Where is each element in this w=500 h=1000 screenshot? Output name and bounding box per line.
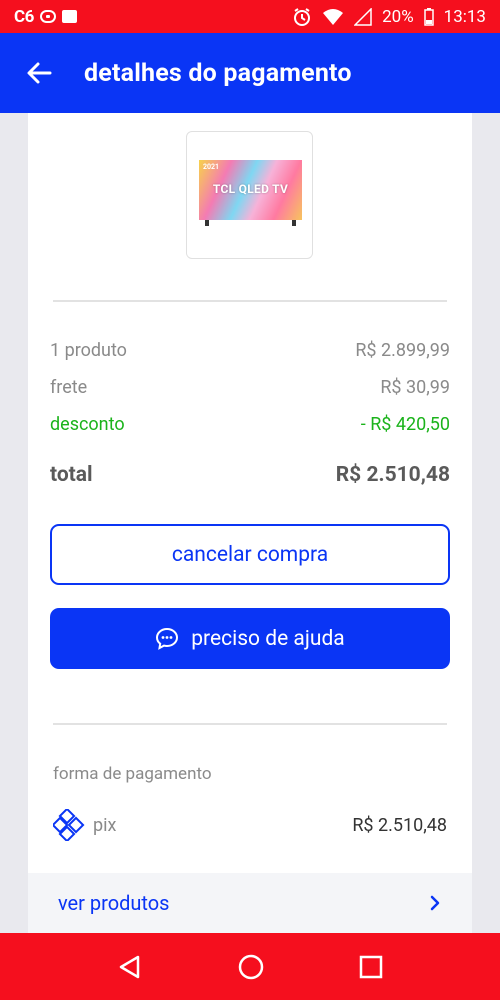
- view-products-link[interactable]: ver produtos: [28, 873, 472, 933]
- summary-shipping-row: frete R$ 30,99: [50, 377, 450, 398]
- chat-bubble-icon: [156, 627, 179, 650]
- recents-nav-icon[interactable]: [359, 955, 383, 979]
- c6-app-icon: C6: [14, 6, 34, 27]
- app-header: detalhes do pagamento: [0, 33, 500, 113]
- tv-product-image: 2021 TCL QLED TV: [199, 160, 302, 226]
- image-notification-icon: [61, 10, 77, 23]
- cancel-button-label: cancelar compra: [171, 542, 329, 567]
- payment-details-card: 2021 TCL QLED TV 1 produto R$ 2.899,99 f…: [28, 113, 472, 933]
- items-label: 1 produto: [50, 340, 127, 361]
- tv-stand-left: [205, 220, 209, 226]
- product-thumbnail[interactable]: 2021 TCL QLED TV: [186, 131, 313, 259]
- total-label: total: [50, 463, 93, 487]
- home-nav-icon[interactable]: [237, 953, 265, 981]
- back-nav-icon[interactable]: [117, 954, 143, 980]
- payment-method-title: forma de pagamento: [53, 764, 212, 784]
- alarm-icon: [294, 7, 311, 26]
- total-value: R$ 2.510,48: [335, 463, 450, 487]
- clock: 13:13: [443, 6, 486, 27]
- tv-image-brand: TCL QLED TV: [212, 182, 289, 196]
- battery-level: 20%: [382, 6, 414, 27]
- tv-image-year: 2021: [203, 163, 220, 171]
- shipping-value: R$ 30,99: [380, 377, 450, 398]
- page-title: detalhes do pagamento: [84, 58, 352, 88]
- discount-label: desconto: [50, 414, 125, 435]
- summary-total-row: total R$ 2.510,48: [50, 463, 450, 487]
- divider: [53, 300, 447, 302]
- payment-amount: R$ 2.510,48: [352, 814, 447, 836]
- pix-icon: [53, 809, 85, 841]
- notification-icons: C6: [14, 7, 77, 27]
- back-arrow-icon[interactable]: [26, 60, 52, 86]
- divider: [53, 723, 447, 725]
- signal-icon: [354, 7, 372, 26]
- wifi-icon: [323, 8, 344, 25]
- discount-value: - R$ 420,50: [360, 414, 450, 435]
- battery-icon: [423, 7, 434, 26]
- cancel-purchase-button[interactable]: cancelar compra: [50, 524, 450, 585]
- summary-discount-row: desconto - R$ 420,50: [50, 414, 450, 435]
- system-status: 20% 13:13: [292, 7, 486, 27]
- tv-screen: 2021 TCL QLED TV: [199, 160, 302, 220]
- tv-stand-right: [292, 220, 296, 226]
- shipping-label: frete: [50, 377, 88, 398]
- payment-method-row: pix R$ 2.510,48: [53, 809, 447, 841]
- chat-notification-icon: [39, 10, 56, 23]
- status-bar: C6 20% 13:13: [0, 0, 500, 33]
- help-button-label: preciso de ajuda: [191, 626, 345, 651]
- view-products-label: ver produtos: [58, 891, 170, 915]
- help-button[interactable]: preciso de ajuda: [50, 608, 450, 669]
- system-navigation-bar: [0, 933, 500, 1000]
- items-value: R$ 2.899,99: [355, 340, 450, 361]
- summary-items-row: 1 produto R$ 2.899,99: [50, 340, 450, 361]
- payment-method-name: pix: [93, 814, 117, 836]
- chevron-right-icon: [430, 895, 440, 911]
